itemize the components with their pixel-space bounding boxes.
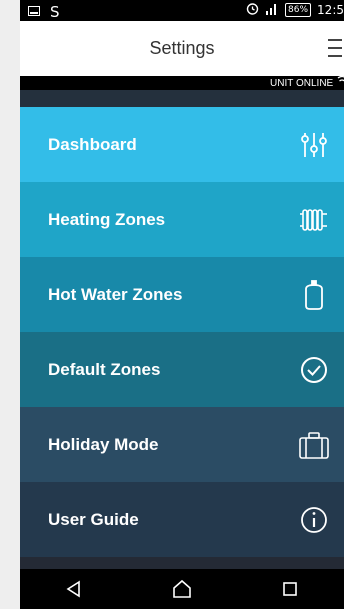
hamburger-menu-icon[interactable] bbox=[328, 39, 344, 57]
menu-item-heating-zones[interactable]: Heating Zones bbox=[20, 182, 344, 257]
page-title: Settings bbox=[149, 38, 215, 58]
wifi-icon bbox=[336, 76, 344, 91]
menu-item-label: Hot Water Zones bbox=[48, 284, 183, 304]
menu-item-dashboard[interactable]: Dashboard bbox=[20, 107, 344, 182]
menu-item-label: Default Zones bbox=[48, 359, 161, 379]
check-circle-icon bbox=[298, 354, 330, 386]
water-tank-icon bbox=[298, 279, 330, 311]
info-icon bbox=[298, 504, 330, 536]
menu-top-spacer bbox=[20, 90, 344, 107]
back-icon[interactable] bbox=[62, 577, 86, 601]
menu-item-default-zones[interactable]: Default Zones bbox=[20, 332, 344, 407]
settings-menu: Dashboard Heating Zones Hot Water Zones … bbox=[20, 107, 344, 557]
s-notification-icon: S bbox=[50, 3, 60, 21]
home-icon[interactable] bbox=[170, 577, 194, 601]
signal-icon bbox=[265, 3, 279, 18]
gallery-notification-icon bbox=[28, 5, 40, 19]
menu-item-label: User Guide bbox=[48, 509, 139, 529]
radiator-icon bbox=[298, 204, 330, 236]
menu-item-holiday-mode[interactable]: Holiday Mode bbox=[20, 407, 344, 482]
menu-item-hot-water-zones[interactable]: Hot Water Zones bbox=[20, 257, 344, 332]
status-bar: S 86% 12:5 bbox=[20, 0, 344, 21]
alarm-icon bbox=[246, 2, 259, 18]
phone-screen: S 86% 12:5 Settings UNIT ONLINE Dashboar… bbox=[20, 0, 344, 609]
clock: 12:5 bbox=[317, 3, 344, 17]
battery-indicator: 86% bbox=[285, 3, 312, 17]
connection-status-bar: UNIT ONLINE bbox=[20, 76, 344, 90]
menu-item-label: Holiday Mode bbox=[48, 434, 159, 454]
suitcase-icon bbox=[298, 429, 330, 461]
connection-status-text: UNIT ONLINE bbox=[270, 78, 334, 90]
android-nav-bar bbox=[20, 569, 344, 609]
menu-item-label: Dashboard bbox=[48, 134, 137, 154]
menu-item-label: Heating Zones bbox=[48, 209, 166, 229]
recents-icon[interactable] bbox=[278, 577, 302, 601]
menu-item-user-guide[interactable]: User Guide bbox=[20, 482, 344, 557]
app-header: Settings bbox=[20, 21, 344, 76]
sliders-icon bbox=[298, 129, 330, 161]
